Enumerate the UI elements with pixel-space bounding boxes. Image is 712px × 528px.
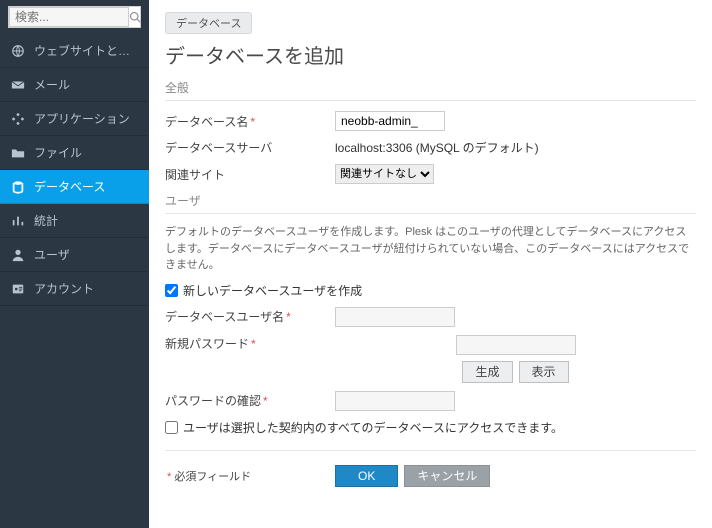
row-db-username: データベースユーザ名* [165, 307, 696, 327]
cancel-button[interactable]: キャンセル [404, 465, 490, 487]
search-wrap [0, 0, 149, 34]
row-confirm-password: パスワードの確認* [165, 391, 696, 411]
sidebar-item-label: データベース [34, 178, 105, 195]
label-text: データベース名 [165, 115, 248, 129]
globe-icon [10, 43, 26, 59]
sidebar-item-label: アカウント [34, 280, 94, 297]
sidebar-item-label: ファイル [34, 144, 82, 161]
row-actions: * 必須フィールド OK キャンセル [165, 465, 696, 487]
label-text: データベースユーザ名 [165, 310, 284, 324]
page-title: データベースを追加 [165, 40, 696, 69]
required-mark: * [286, 310, 291, 324]
database-icon [10, 179, 26, 195]
main-content: データベース データベースを追加 全般 データベース名* データベースサーバ l… [149, 0, 712, 528]
sidebar-item-files[interactable]: ファイル [0, 136, 149, 170]
required-mark: * [250, 115, 255, 129]
apps-icon [10, 111, 26, 127]
db-server-label: データベースサーバ [165, 139, 335, 156]
section-general: 全般 [165, 79, 696, 101]
required-mark: * [167, 471, 171, 483]
show-button[interactable]: 表示 [519, 361, 569, 383]
stats-icon [10, 213, 26, 229]
access-all-checkbox[interactable] [165, 421, 178, 434]
label-text: 新規パスワード [165, 337, 249, 351]
db-name-label: データベース名* [165, 113, 335, 130]
sidebar-item-applications[interactable]: アプリケーション [0, 102, 149, 136]
mail-icon [10, 77, 26, 93]
sidebar-item-label: アプリケーション [34, 110, 130, 127]
new-password-input[interactable] [456, 335, 576, 355]
sidebar-item-label: ウェブサイトとドメイン [34, 42, 139, 59]
create-user-checkbox[interactable] [165, 284, 178, 297]
user-icon [10, 247, 26, 263]
required-mark: * [263, 394, 268, 408]
folder-icon [10, 145, 26, 161]
row-new-password: 新規パスワード* 生成 表示 [165, 335, 696, 383]
confirm-password-input[interactable] [335, 391, 455, 411]
section-user: ユーザ [165, 192, 696, 214]
ok-button[interactable]: OK [335, 465, 398, 487]
sidebar-item-mail[interactable]: メール [0, 68, 149, 102]
access-all-checkbox-row[interactable]: ユーザは選択した契約内のすべてのデータベースにアクセスできます。 [165, 419, 696, 436]
label-text: パスワードの確認 [165, 394, 261, 408]
sidebar-item-label: 統計 [34, 212, 58, 229]
create-user-checkbox-row[interactable]: 新しいデータベースユーザを作成 [165, 282, 696, 299]
sidebar: ウェブサイトとドメイン メール アプリケーション ファイル データベース 統計 … [0, 0, 149, 528]
create-user-label: 新しいデータベースユーザを作成 [183, 282, 362, 299]
db-server-value: localhost:3306 (MySQL のデフォルト) [335, 139, 696, 156]
search-box[interactable] [8, 6, 141, 28]
legend-text: 必須フィールド [174, 471, 251, 483]
search-icon[interactable] [129, 11, 141, 23]
db-username-input[interactable] [335, 307, 455, 327]
row-db-name: データベース名* [165, 111, 696, 131]
row-db-server: データベースサーバ localhost:3306 (MySQL のデフォルト) [165, 139, 696, 156]
sidebar-item-label: メール [34, 76, 70, 93]
sidebar-item-label: ユーザ [34, 246, 70, 263]
sidebar-item-users[interactable]: ユーザ [0, 238, 149, 272]
breadcrumb: データベース [165, 12, 696, 34]
row-related-site: 関連サイト 関連サイトなし [165, 164, 696, 184]
new-password-label: 新規パスワード* [165, 335, 335, 352]
db-username-label: データベースユーザ名* [165, 308, 335, 325]
generate-button[interactable]: 生成 [462, 361, 512, 383]
required-legend: * 必須フィールド [165, 468, 335, 484]
access-all-label: ユーザは選択した契約内のすべてのデータベースにアクセスできます。 [183, 419, 563, 436]
db-name-input[interactable] [335, 111, 445, 131]
required-mark: * [251, 337, 256, 351]
account-icon [10, 281, 26, 297]
related-site-select[interactable]: 関連サイトなし [335, 164, 434, 184]
user-help-text: デフォルトのデータベースユーザを作成します。Plesk はこのユーザの代理として… [165, 224, 696, 274]
separator [165, 450, 696, 451]
sidebar-item-databases[interactable]: データベース [0, 170, 149, 204]
search-input[interactable] [9, 7, 129, 27]
sidebar-nav: ウェブサイトとドメイン メール アプリケーション ファイル データベース 統計 … [0, 34, 149, 306]
sidebar-item-websites[interactable]: ウェブサイトとドメイン [0, 34, 149, 68]
sidebar-item-statistics[interactable]: 統計 [0, 204, 149, 238]
confirm-password-label: パスワードの確認* [165, 392, 335, 409]
breadcrumb-database[interactable]: データベース [165, 12, 252, 34]
sidebar-item-account[interactable]: アカウント [0, 272, 149, 306]
related-site-label: 関連サイト [165, 166, 335, 183]
